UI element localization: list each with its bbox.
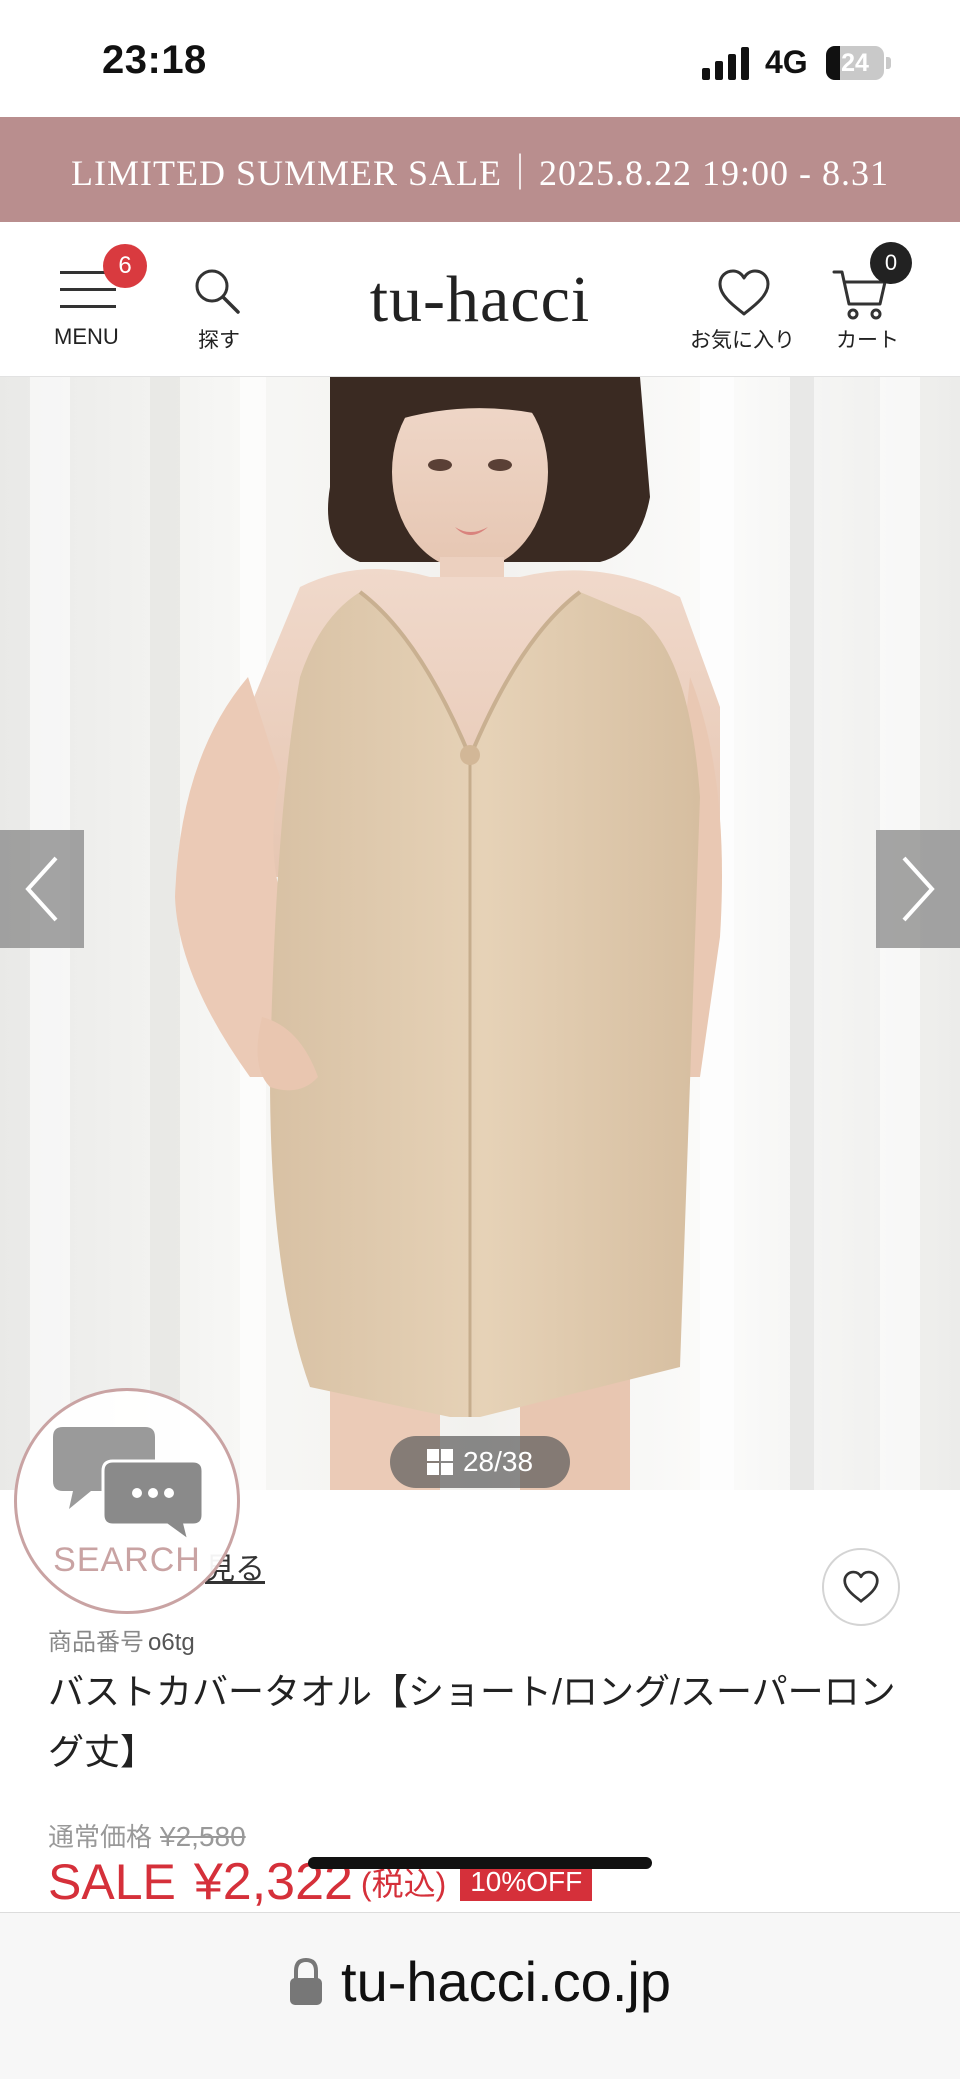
next-image-button[interactable] — [876, 830, 960, 948]
regular-price-label: 通常価格 — [48, 1822, 153, 1852]
prev-image-button[interactable] — [0, 830, 84, 948]
grid-icon — [426, 1449, 453, 1475]
menu-label: MENU — [54, 324, 119, 349]
add-favorite-button[interactable] — [822, 1548, 900, 1626]
search-button[interactable]: 探す — [180, 222, 260, 377]
product-code-value: o6tg — [148, 1629, 195, 1656]
chat-bubbles-icon — [53, 1427, 203, 1543]
sale-banner[interactable]: LIMITED SUMMER SALE｜2025.8.22 19:00 - 8.… — [0, 117, 960, 222]
home-indicator[interactable] — [308, 1857, 652, 1869]
regular-price-value: ¥2,580 — [160, 1821, 246, 1852]
network-type: 4G — [765, 44, 808, 80]
battery-level: 24 — [841, 49, 869, 77]
search-label: 探す — [198, 329, 240, 352]
battery-icon: 24 — [826, 46, 892, 80]
product-image[interactable] — [0, 377, 960, 1490]
chevron-right-icon — [902, 856, 935, 922]
sale-banner-text: LIMITED SUMMER SALE｜2025.8.22 19:00 - 8.… — [71, 152, 889, 193]
favorites-label: お気に入り — [690, 329, 795, 352]
status-time: 23:18 — [102, 38, 207, 82]
product-photo — [0, 377, 960, 1490]
heart-icon — [718, 269, 770, 316]
floating-search-button[interactable]: SEARCH — [14, 1388, 240, 1614]
regular-price: 通常価格 ¥2,580 — [48, 1817, 246, 1854]
status-bar: 23:18 4G 24 — [0, 0, 960, 117]
chevron-left-icon — [25, 856, 58, 922]
image-counter[interactable]: 28/38 — [390, 1436, 570, 1488]
tax-note: (税込) — [360, 1866, 447, 1902]
cart-button[interactable]: 0 カート — [820, 222, 920, 377]
product-code-label: 商品番号 — [48, 1629, 144, 1656]
site-header: 6 MENU 探す tu-hacci お気に入り 0 カート — [0, 222, 960, 377]
signal-icon — [702, 46, 752, 80]
menu-button[interactable]: 6 MENU — [40, 222, 150, 377]
cart-badge: 0 — [870, 242, 912, 284]
product-title: バストカバータオル【ショート/ロング/スーパーロング丈】 — [48, 1671, 896, 1772]
menu-badge: 6 — [103, 244, 147, 288]
browser-address-bar[interactable]: tu-hacci.co.jp — [0, 1912, 960, 2079]
brand-logo[interactable]: tu-hacci — [330, 262, 630, 338]
url-display[interactable]: tu-hacci.co.jp — [0, 1949, 960, 2014]
heart-icon — [843, 1570, 879, 1603]
search-icon — [195, 269, 240, 314]
favorites-button[interactable]: お気に入り — [680, 222, 810, 377]
image-counter-text: 28/38 — [462, 1446, 534, 1477]
sale-label: SALE — [48, 1854, 176, 1910]
url-text: tu-hacci.co.jp — [341, 1950, 671, 2013]
product-code: 商品番号 o6tg — [48, 1622, 195, 1657]
floating-search-label: SEARCH — [53, 1541, 201, 1579]
cart-label: カート — [836, 329, 899, 352]
lock-icon — [290, 1957, 323, 2005]
